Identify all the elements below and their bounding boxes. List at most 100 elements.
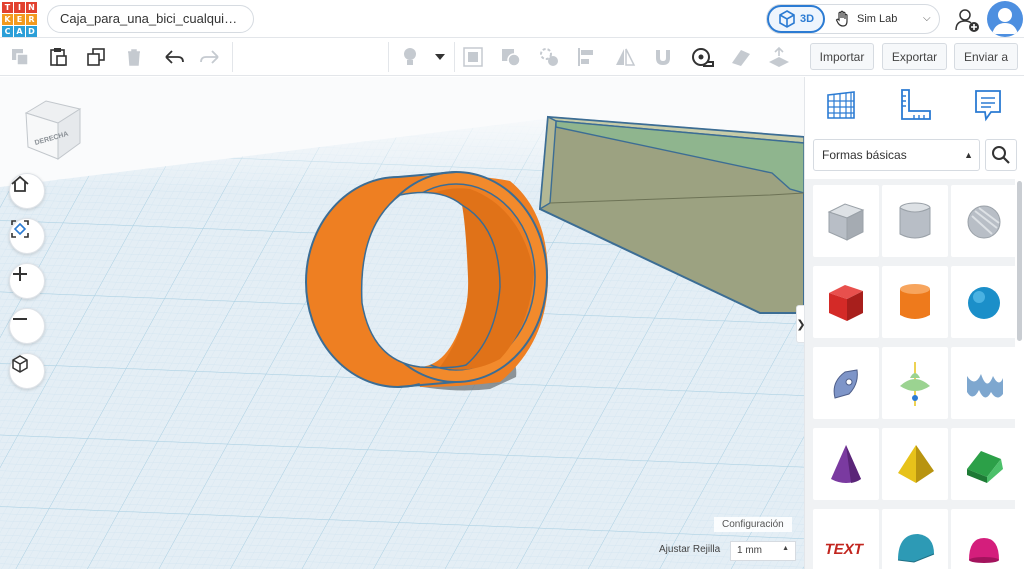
box-icon <box>829 285 863 321</box>
mode-sim-lab-button[interactable]: Sim Lab <box>835 5 897 33</box>
shape-tile-sphere[interactable] <box>951 266 1015 338</box>
fit-view-button[interactable] <box>9 218 45 254</box>
zoom-out-button[interactable] <box>9 308 45 344</box>
sphere-icon <box>968 287 1000 319</box>
ruler-icon[interactable] <box>690 45 714 69</box>
snap-grid-select[interactable]: 1 mm ▲ <box>730 541 796 561</box>
shape-tile-cone[interactable] <box>813 428 879 500</box>
logo-letter: D <box>26 26 37 37</box>
workplane-grid-icon[interactable] <box>823 87 859 123</box>
shape-tile-cylinder[interactable] <box>882 266 948 338</box>
light-icon[interactable] <box>398 45 422 69</box>
workplane-icon[interactable] <box>767 45 791 69</box>
send-to-button[interactable]: Enviar a <box>954 43 1018 70</box>
shape-tile-sphere-hole[interactable] <box>951 185 1015 257</box>
ungroup-icon[interactable] <box>537 45 561 69</box>
text-icon: TEXT <box>823 541 866 558</box>
search-icon <box>992 146 1010 164</box>
plus-icon <box>13 267 27 281</box>
snap-grid-value: 1 mm <box>737 545 762 556</box>
align-icon[interactable] <box>575 45 599 69</box>
note-icon[interactable] <box>729 45 753 69</box>
mirror-icon[interactable] <box>613 45 637 69</box>
group-icon[interactable] <box>499 45 523 69</box>
box-hole-icon <box>827 203 865 241</box>
snap-grid-label: Ajustar Rejilla <box>659 544 721 555</box>
shape-tile-half-cylinder[interactable] <box>882 509 948 569</box>
settings-link[interactable]: Configuración <box>714 517 792 532</box>
cube-icon <box>779 10 795 28</box>
logo-letter: R <box>26 14 37 25</box>
shape-tile-scribble[interactable] <box>813 347 879 419</box>
add-user-icon[interactable] <box>955 8 979 32</box>
delete-icon[interactable] <box>122 45 146 69</box>
shape-tile-pyramid[interactable] <box>882 428 948 500</box>
logo-letter: E <box>14 14 25 25</box>
view-cube[interactable]: DERECHA <box>22 99 84 161</box>
zoom-in-button[interactable] <box>9 263 45 299</box>
shape-tile-cylinder-hole[interactable] <box>882 185 948 257</box>
scribble-icon <box>833 369 858 399</box>
shape-tile-roof[interactable] <box>951 428 1015 500</box>
hand-icon <box>835 10 848 27</box>
top-bar: TIN KER CAD Caja_para_una_bici_cualqui… 3D… <box>0 0 1024 38</box>
magnet-icon[interactable] <box>651 45 675 69</box>
mode-3d-label: 3D <box>799 13 815 25</box>
logo-letter: C <box>2 26 13 37</box>
tinkercad-logo[interactable]: TIN KER CAD <box>2 2 37 37</box>
dropdown-icon[interactable] <box>428 45 452 69</box>
home-view-button[interactable] <box>9 173 45 209</box>
perspective-button[interactable] <box>9 353 45 389</box>
export-button[interactable]: Exportar <box>882 43 947 70</box>
shape-tile-box-hole[interactable] <box>813 185 879 257</box>
redo-icon[interactable] <box>198 45 222 69</box>
shape-tile-text[interactable]: TEXT <box>813 509 879 569</box>
panel-scrollbar[interactable] <box>1017 181 1022 341</box>
ring-object[interactable] <box>305 171 548 388</box>
panel-tabs <box>805 77 1024 135</box>
notes-icon[interactable] <box>970 87 1006 123</box>
import-button[interactable]: Importar <box>810 43 874 70</box>
shapes-grid: TEXT <box>805 179 1015 569</box>
logo-letter: I <box>14 2 25 13</box>
3d-workplane[interactable]: DERECHA Configuración Ajustar Rejilla 1 … <box>0 77 804 569</box>
svg-text:TEXT: TEXT <box>823 541 866 558</box>
mode-3d-button[interactable]: 3D <box>767 5 825 33</box>
logo-letter: A <box>14 26 25 37</box>
scene-canvas[interactable] <box>0 77 804 569</box>
design-title-field[interactable]: Caja_para_una_bici_cualqui… <box>47 5 254 33</box>
half-cylinder-icon <box>897 534 935 563</box>
cone-icon <box>831 445 861 483</box>
half-sphere-icon <box>969 538 999 563</box>
collapse-panel-button[interactable]: ❯ <box>796 305 804 343</box>
shape-tile-box[interactable] <box>813 266 879 338</box>
search-shapes-button[interactable] <box>985 139 1017 171</box>
user-avatar[interactable] <box>987 1 1023 37</box>
edit-toolbar <box>0 38 804 76</box>
shape-tile-shape-generator[interactable] <box>882 347 948 419</box>
mode-switcher: 3D Sim Lab ⌵ <box>766 4 940 34</box>
shapes-panel: Formas básicas ▲▼ TEXT <box>804 77 1024 569</box>
home-icon <box>11 175 29 192</box>
copy-icon[interactable] <box>8 45 32 69</box>
pyramid-icon <box>898 445 934 483</box>
duplicate-icon[interactable] <box>84 45 108 69</box>
chevron-right-icon: ❯ <box>796 318 804 331</box>
sphere-hole-icon <box>967 205 1001 239</box>
ruler-tool-icon[interactable] <box>897 87 933 123</box>
shape-tile-half-sphere[interactable] <box>951 509 1015 569</box>
shape-generator-icon <box>900 362 930 406</box>
text-wave-icon <box>967 374 1003 398</box>
logo-letter: T <box>2 2 13 13</box>
undo-icon[interactable] <box>162 45 186 69</box>
roof-icon <box>967 451 1003 483</box>
shape-category-value: Formas básicas <box>822 148 907 162</box>
paste-icon[interactable] <box>46 45 70 69</box>
shape-category-select[interactable]: Formas básicas ▲▼ <box>813 139 980 190</box>
mode-sim-lab-label: Sim Lab <box>857 13 898 25</box>
chevron-down-icon[interactable]: ⌵ <box>923 13 931 24</box>
hole-icon[interactable] <box>461 45 485 69</box>
logo-letter: N <box>26 2 37 13</box>
cylinder-hole-icon <box>899 202 931 239</box>
shape-tile-text-wave[interactable] <box>951 347 1015 419</box>
